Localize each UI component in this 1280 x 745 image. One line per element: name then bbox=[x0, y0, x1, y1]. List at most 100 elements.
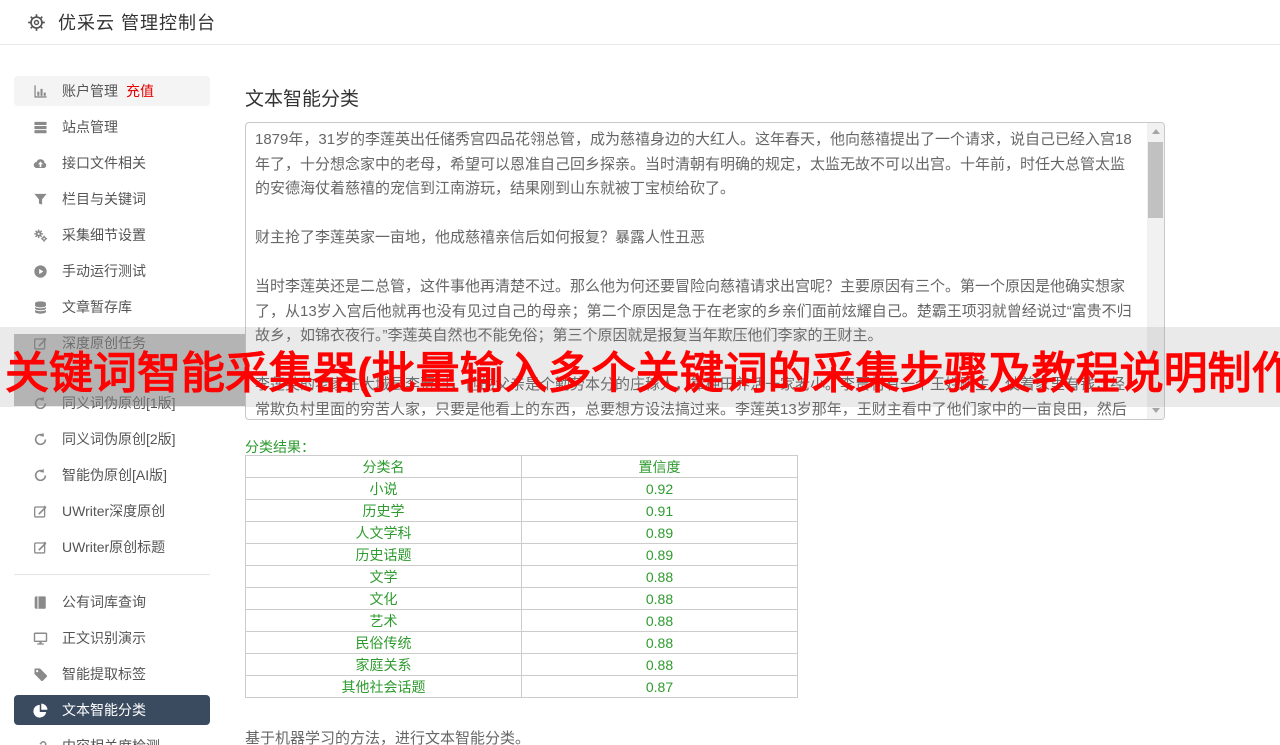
recharge-badge[interactable]: 充值 bbox=[126, 81, 154, 101]
sidebar-item-label: 智能提取标签 bbox=[62, 666, 146, 682]
page-title: 文本智能分类 bbox=[245, 89, 360, 110]
classification-results-table: 分类名 置信度 小说 0.92 历史学 0.91 人文学科 0.89 历史话题 0.89 文学 0… bbox=[245, 455, 798, 698]
server-icon bbox=[33, 120, 48, 135]
table-row: 文化 0.88 bbox=[245, 587, 798, 610]
gear-icon bbox=[27, 13, 46, 32]
pie-chart-icon bbox=[33, 703, 48, 718]
category-cell: 文化 bbox=[245, 587, 522, 610]
confidence-cell: 0.92 bbox=[521, 477, 798, 500]
refresh-icon bbox=[33, 468, 48, 483]
edit-icon bbox=[33, 336, 48, 351]
gears-icon bbox=[33, 228, 48, 243]
cloud-upload-icon bbox=[33, 156, 48, 171]
sidebar-item-label: 文本智能分类 bbox=[62, 702, 146, 718]
confidence-cell: 0.89 bbox=[521, 521, 798, 544]
sidebar-item-label: 手动运行测试 bbox=[62, 263, 146, 279]
sidebar-item-label: 站点管理 bbox=[62, 119, 118, 135]
textarea-scrollbar[interactable] bbox=[1147, 123, 1164, 419]
sidebar-item-manual-run-test[interactable]: 手动运行测试 bbox=[14, 256, 210, 286]
sidebar-item-label: 公有词库查询 bbox=[62, 594, 146, 610]
sidebar-item-tag-extract[interactable]: 智能提取标签 bbox=[14, 659, 210, 689]
top-header: 优采云 管理控制台 bbox=[0, 0, 1280, 45]
table-row: 历史学 0.91 bbox=[245, 499, 798, 522]
edit-icon bbox=[33, 540, 48, 555]
sidebar-item-article-store[interactable]: 文章暂存库 bbox=[14, 292, 210, 322]
refresh-icon bbox=[33, 396, 48, 411]
confidence-cell: 0.89 bbox=[521, 543, 798, 566]
column-header-category: 分类名 bbox=[245, 455, 522, 478]
sidebar-item-uwriter-title[interactable]: UWriter原创标题 bbox=[14, 532, 210, 562]
sidebar-item-synonym-rewrite-1[interactable]: 同义词伪原创[1版] bbox=[14, 388, 210, 418]
classification-text-input[interactable]: 1879年，31岁的李莲英出任储秀宫四品花翎总管，成为慈禧身边的大红人。这年春天… bbox=[245, 122, 1165, 420]
sidebar-item-label: 深度原创任务 bbox=[62, 335, 146, 351]
category-cell: 家庭关系 bbox=[245, 653, 522, 676]
sidebar-item-label: 采集细节设置 bbox=[62, 227, 146, 243]
sidebar-item-account[interactable]: 账户管理 充值 bbox=[14, 76, 210, 106]
sidebar-item-label: 账户管理 bbox=[62, 83, 118, 99]
sidebar-item-synonym-rewrite-2[interactable]: 同义词伪原创[2版] bbox=[14, 424, 210, 454]
column-header-confidence: 置信度 bbox=[521, 455, 798, 478]
sidebar-item-columns-keywords[interactable]: 栏目与关键词 bbox=[14, 184, 210, 214]
sidebar-item-collect-settings[interactable]: 采集细节设置 bbox=[14, 220, 210, 250]
confidence-cell: 0.88 bbox=[521, 653, 798, 676]
results-label: 分类结果： bbox=[245, 439, 315, 455]
footer-note: 基于机器学习的方法，进行文本智能分类。 bbox=[245, 730, 531, 745]
table-row: 小说 0.92 bbox=[245, 477, 798, 500]
confidence-cell: 0.88 bbox=[521, 609, 798, 632]
edit-icon bbox=[33, 504, 48, 519]
sidebar-item-deep-original-task[interactable]: 深度原创任务 bbox=[14, 328, 210, 358]
sidebar-nav: 账户管理 充值站点管理接口文件相关 栏目与关键词 采集细节设置 手动运行测试 文章暂存库深… bbox=[14, 76, 210, 745]
sidebar-divider bbox=[14, 574, 210, 575]
refresh-icon bbox=[33, 432, 48, 447]
app-window: 优采云 管理控制台 账户管理 充值站点管理接口文件相关 栏目与关键词 采集细节设置 手动… bbox=[0, 0, 1280, 745]
sidebar-item-ai-rewrite[interactable]: 智能伪原创[AI版] bbox=[14, 460, 210, 490]
category-cell: 小说 bbox=[245, 477, 522, 500]
sidebar-item-label: 文章暂存库 bbox=[62, 299, 132, 315]
sidebar-item-label: 同义词伪原创[2版] bbox=[62, 431, 176, 447]
scroll-down-icon[interactable] bbox=[1147, 402, 1164, 419]
link-icon bbox=[33, 739, 48, 745]
table-row: 艺术 0.88 bbox=[245, 609, 798, 632]
bar-chart-icon bbox=[33, 84, 48, 99]
table-row: 文学 0.88 bbox=[245, 565, 798, 588]
sidebar-item-label: 正文识别演示 bbox=[62, 630, 146, 646]
table-row: 人文学科 0.89 bbox=[245, 521, 798, 544]
sidebar-item-label: 内容相关度检测 bbox=[62, 736, 160, 745]
sidebar-item-public-dict-query[interactable]: 公有词库查询 bbox=[14, 587, 210, 617]
confidence-cell: 0.88 bbox=[521, 631, 798, 654]
confidence-cell: 0.88 bbox=[521, 565, 798, 588]
category-cell: 艺术 bbox=[245, 609, 522, 632]
sidebar-item-label: UWriter原创标题 bbox=[62, 539, 166, 555]
database-icon bbox=[33, 300, 48, 315]
classification-input-wrap: 1879年，31岁的李莲英出任储秀宫四品花翎总管，成为慈禧身边的大红人。这年春天… bbox=[245, 122, 1165, 420]
filter-icon bbox=[33, 192, 48, 207]
sidebar-item-sites[interactable]: 站点管理 bbox=[14, 112, 210, 142]
app-title: 优采云 管理控制台 bbox=[58, 13, 217, 33]
table-row: 其他社会话题 0.87 bbox=[245, 675, 798, 698]
category-cell: 历史学 bbox=[245, 499, 522, 522]
sidebar-item-label: UWriter深度原创 bbox=[62, 503, 166, 519]
sidebar-item-interface-files[interactable]: 接口文件相关 bbox=[14, 148, 210, 178]
tag-icon bbox=[33, 667, 48, 682]
category-cell: 其他社会话题 bbox=[245, 675, 522, 698]
table-row: 民俗传统 0.88 bbox=[245, 631, 798, 654]
category-cell: 历史话题 bbox=[245, 543, 522, 566]
table-header-row: 分类名 置信度 bbox=[245, 455, 798, 478]
sidebar-item-label: 接口文件相关 bbox=[62, 155, 146, 171]
book-icon bbox=[33, 595, 48, 610]
category-cell: 人文学科 bbox=[245, 521, 522, 544]
sidebar-item-uwriter-deep[interactable]: UWriter深度原创 bbox=[14, 496, 210, 526]
sidebar-item-body-recognition[interactable]: 正文识别演示 bbox=[14, 623, 210, 653]
scroll-up-icon[interactable] bbox=[1147, 123, 1164, 140]
sidebar-item-relevance-check[interactable]: 内容相关度检测 bbox=[14, 731, 210, 745]
monitor-icon bbox=[33, 631, 48, 646]
table-row: 家庭关系 0.88 bbox=[245, 653, 798, 676]
sidebar-item-label: 智能伪原创[AI版] bbox=[62, 467, 168, 483]
confidence-cell: 0.88 bbox=[521, 587, 798, 610]
table-row: 历史话题 0.89 bbox=[245, 543, 798, 566]
sidebar-item-text-classify[interactable]: 文本智能分类 bbox=[14, 695, 210, 725]
sidebar-item-label: 同义词伪原创[1版] bbox=[62, 395, 176, 411]
sidebar-item-label: 栏目与关键词 bbox=[62, 191, 146, 207]
scrollbar-thumb[interactable] bbox=[1148, 142, 1163, 218]
category-cell: 民俗传统 bbox=[245, 631, 522, 654]
